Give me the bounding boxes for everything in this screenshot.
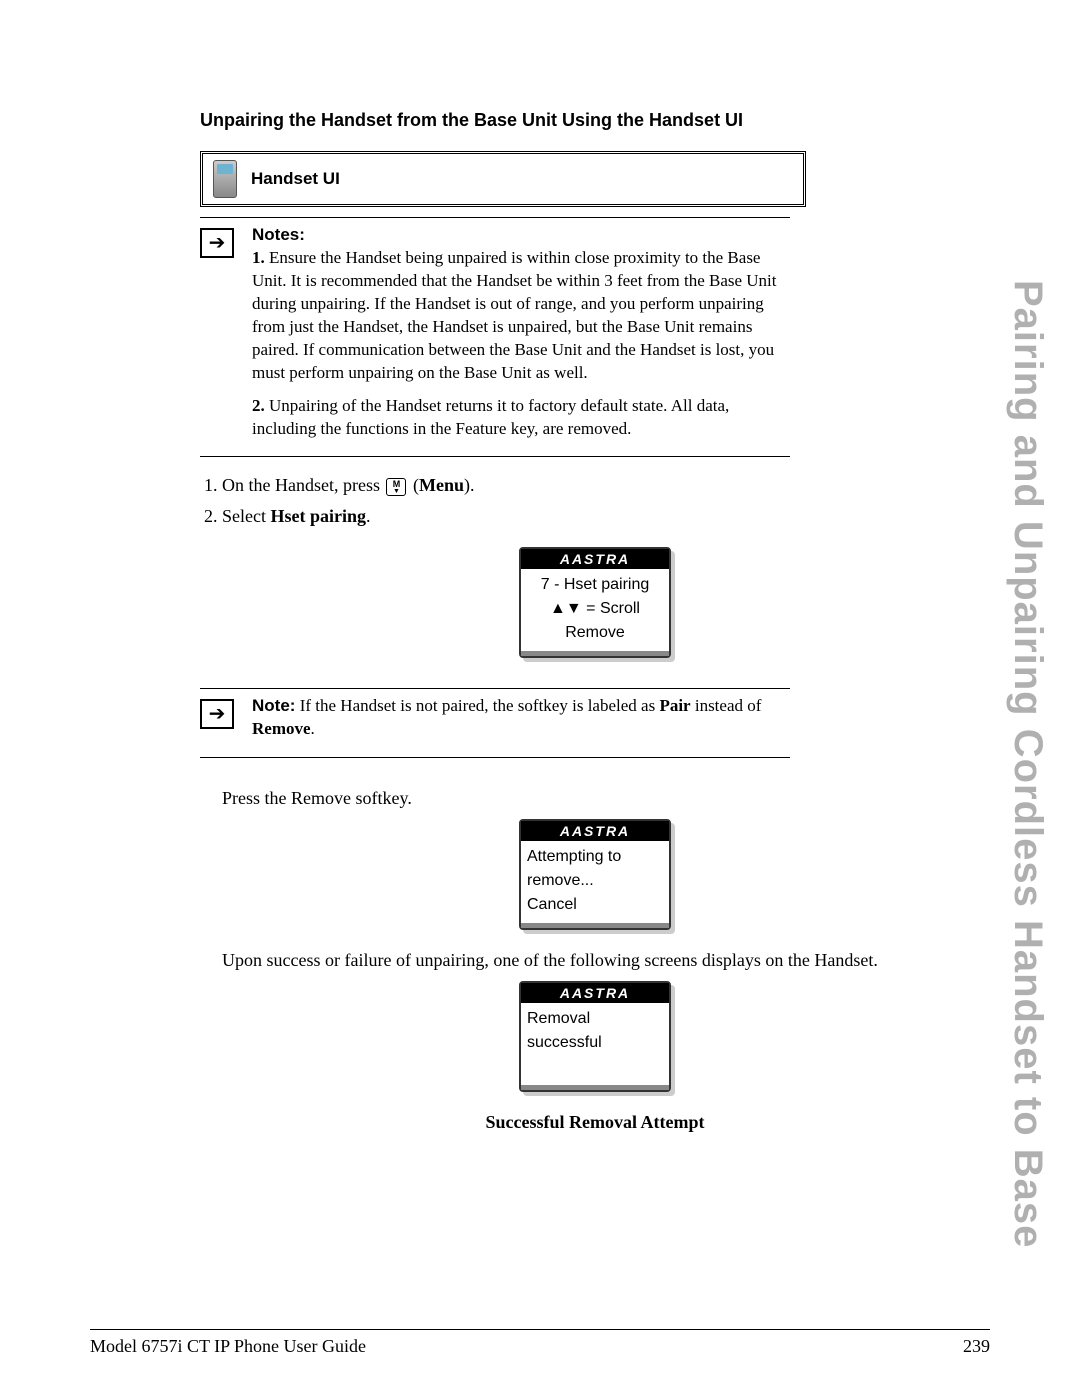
press-remove-bold: Remove bbox=[291, 788, 351, 808]
screen3-caption: Successful Removal Attempt bbox=[200, 1112, 990, 1133]
note1-text: Ensure the Handset being unpaired is wit… bbox=[252, 248, 777, 382]
notes-block: ➔ Notes: 1. Ensure the Handset being unp… bbox=[200, 217, 790, 457]
handset-screen-3: AASTRA Removal successful bbox=[519, 981, 671, 1092]
handset-screen-1: AASTRA 7 - Hset pairing ▲▼ = Scroll Remo… bbox=[519, 547, 671, 658]
screen1-line1: 7 - Hset pairing bbox=[527, 573, 663, 597]
step-2: Select Hset pairing. bbox=[222, 506, 990, 527]
screen2-line2: remove... bbox=[527, 869, 663, 893]
handset-ui-box: Handset UI bbox=[200, 151, 806, 207]
press-remove-pre: Press the bbox=[222, 788, 291, 808]
step2-end: . bbox=[366, 506, 371, 526]
step1-pre: On the Handset, press bbox=[222, 475, 384, 495]
screen1-line2: ▲▼ = Scroll bbox=[527, 597, 663, 621]
notes-label: Notes: bbox=[252, 225, 305, 244]
handset-ui-label: Handset UI bbox=[251, 169, 340, 189]
single-note-block: ➔ Note: If the Handset is not paired, th… bbox=[200, 688, 790, 758]
single-note-mid: instead of bbox=[691, 696, 762, 715]
note2-text: Unpairing of the Handset returns it to f… bbox=[252, 396, 729, 438]
page-footer: Model 6757i CT IP Phone User Guide 239 bbox=[90, 1329, 990, 1357]
single-note-label: Note: bbox=[252, 696, 295, 715]
note1-number: 1. bbox=[252, 248, 265, 267]
step1-post: ( bbox=[408, 475, 419, 495]
handset-icon bbox=[213, 160, 237, 198]
screen2-line1: Attempting to bbox=[527, 845, 663, 869]
note2-number: 2. bbox=[252, 396, 265, 415]
press-remove-post: softkey. bbox=[351, 788, 412, 808]
step1-bold: Menu bbox=[419, 475, 464, 495]
steps-list: On the Handset, press (Menu). Select Hse… bbox=[200, 475, 990, 527]
side-tab-title: Pairing and Unpairing Cordless Handset t… bbox=[1005, 280, 1050, 1248]
section-heading: Unpairing the Handset from the Base Unit… bbox=[200, 110, 990, 131]
single-note-body: Note: If the Handset is not paired, the … bbox=[252, 695, 790, 751]
screen3-brand: AASTRA bbox=[521, 983, 669, 1003]
single-note-pre: If the Handset is not paired, the softke… bbox=[295, 696, 659, 715]
screen3-line1: Removal bbox=[527, 1007, 663, 1031]
single-note-bold2: Remove bbox=[252, 719, 311, 738]
single-note-end: . bbox=[311, 719, 315, 738]
footer-left: Model 6757i CT IP Phone User Guide bbox=[90, 1336, 366, 1357]
screen3-line2: successful bbox=[527, 1031, 663, 1055]
step1-end: ). bbox=[464, 475, 475, 495]
single-note-bold1: Pair bbox=[659, 696, 690, 715]
notes-body: Notes: 1. Ensure the Handset being unpai… bbox=[252, 224, 790, 450]
step2-pre: Select bbox=[222, 506, 270, 526]
screen1-brand: AASTRA bbox=[521, 549, 669, 569]
arrow-right-icon: ➔ bbox=[200, 228, 234, 258]
arrow-right-icon: ➔ bbox=[200, 699, 234, 729]
step2-bold: Hset pairing bbox=[270, 506, 366, 526]
press-remove-line: Press the Remove softkey. bbox=[222, 788, 990, 809]
footer-page-number: 239 bbox=[963, 1336, 990, 1357]
menu-key-icon bbox=[386, 478, 406, 496]
upon-success-text: Upon success or failure of unpairing, on… bbox=[222, 950, 990, 971]
step-1: On the Handset, press (Menu). bbox=[222, 475, 990, 496]
screen1-line3: Remove bbox=[527, 621, 663, 645]
screen2-brand: AASTRA bbox=[521, 821, 669, 841]
handset-screen-2: AASTRA Attempting to remove... Cancel bbox=[519, 819, 671, 930]
screen2-line3: Cancel bbox=[527, 893, 663, 917]
